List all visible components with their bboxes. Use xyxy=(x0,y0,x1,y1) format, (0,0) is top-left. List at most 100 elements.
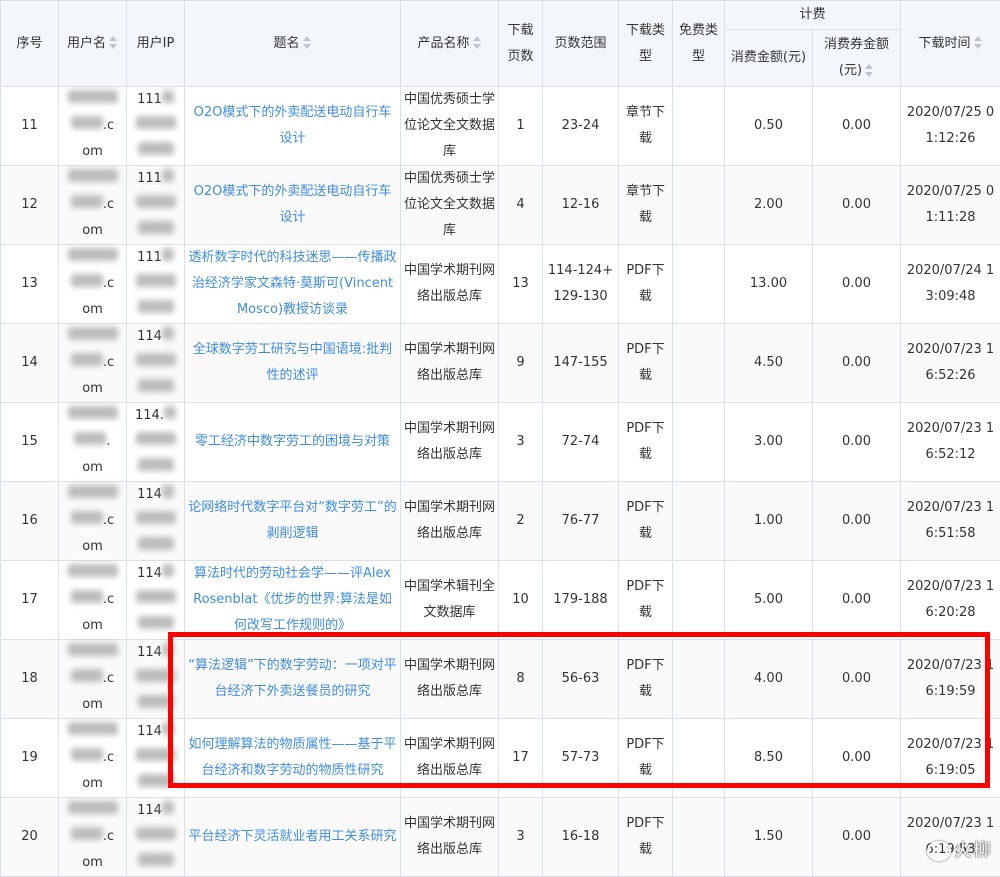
coupon-cell: 0.00 xyxy=(813,640,901,719)
username-cell: .com xyxy=(59,324,127,403)
page-range-cell: 12-16 xyxy=(543,166,619,245)
download-type-cell: PDF下载 xyxy=(619,719,673,798)
time-cell: 2020/07/23 16:52:26 xyxy=(901,324,1000,403)
pages-cell: 9 xyxy=(499,324,543,403)
product-cell: 中国优秀硕士学位论文全文数据库 xyxy=(401,87,499,166)
product-cell: 中国学术期刊网络出版总库 xyxy=(401,324,499,403)
ip-cell: 114 xyxy=(127,561,185,640)
product-cell: 中国学术期刊网络出版总库 xyxy=(401,798,499,877)
time-cell: 2020/07/24 13:09:48 xyxy=(901,245,1000,324)
pages-cell: 13 xyxy=(499,245,543,324)
col-header-coupon[interactable]: 消费券金额(元) xyxy=(813,30,901,87)
ip-cell: 114 xyxy=(127,798,185,877)
col-header-index: 序号 xyxy=(1,1,59,87)
title-link[interactable]: 如何理解算法的物质属性——基于平台经济和数字劳动的物质性研究 xyxy=(185,719,401,798)
free-type-cell xyxy=(673,561,725,640)
amount-cell: 0.50 xyxy=(725,87,813,166)
pages-cell: 3 xyxy=(499,403,543,482)
ip-cell: 114 xyxy=(127,482,185,561)
coupon-cell: 0.00 xyxy=(813,561,901,640)
coupon-cell: 0.00 xyxy=(813,166,901,245)
product-cell: 中国学术辑刊全文数据库 xyxy=(401,561,499,640)
download-type-cell: PDF下载 xyxy=(619,640,673,719)
table-row: 16.com114论网络时代数字平台对“数字劳工”的剥削逻辑中国学术期刊网络出版… xyxy=(1,482,1000,561)
table-row: 15.om114.零工经济中数字劳工的困境与对策中国学术期刊网络出版总库372-… xyxy=(1,403,1000,482)
title-link[interactable]: 全球数字劳工研究与中国语境:批判性的述评 xyxy=(185,324,401,403)
time-cell: 2020/07/23 16:52:12 xyxy=(901,403,1000,482)
download-type-cell: 章节下载 xyxy=(619,87,673,166)
page-range-cell: 114-124+129-130 xyxy=(543,245,619,324)
sort-icon[interactable] xyxy=(303,36,312,50)
row-index: 14 xyxy=(1,324,59,403)
col-header-username[interactable]: 用户名 xyxy=(59,1,127,87)
table-row: 20.com114平台经济下灵活就业者用工关系研究中国学术期刊网络出版总库316… xyxy=(1,798,1000,877)
title-link[interactable]: O2O模式下的外卖配送电动自行车设计 xyxy=(185,87,401,166)
time-cell: 2020/07/23 16:51:58 xyxy=(901,482,1000,561)
table-row: 12.com111O2O模式下的外卖配送电动自行车设计中国优秀硕士学位论文全文数… xyxy=(1,166,1000,245)
amount-cell: 5.00 xyxy=(725,561,813,640)
free-type-cell xyxy=(673,482,725,561)
sort-icon[interactable] xyxy=(473,36,482,50)
time-cell: 2020/07/25 01:12:26 xyxy=(901,87,1000,166)
ip-cell: 111 xyxy=(127,166,185,245)
username-cell: .com xyxy=(59,87,127,166)
username-cell: .com xyxy=(59,166,127,245)
row-index: 11 xyxy=(1,87,59,166)
download-type-cell: PDF下载 xyxy=(619,561,673,640)
row-index: 12 xyxy=(1,166,59,245)
col-header-time[interactable]: 下载时间 xyxy=(901,1,1000,87)
product-cell: 中国学术期刊网络出版总库 xyxy=(401,245,499,324)
title-link[interactable]: 算法时代的劳动社会学——评Alex Rosenblat《优步的世界:算法是如何改… xyxy=(185,561,401,640)
title-link[interactable]: “算法逻辑”下的数字劳动：一项对平台经济下外卖送餐员的研究 xyxy=(185,640,401,719)
col-header-product[interactable]: 产品名称 xyxy=(401,1,499,87)
watermark: 火柳 xyxy=(927,836,992,862)
coupon-cell: 0.00 xyxy=(813,324,901,403)
row-index: 18 xyxy=(1,640,59,719)
pages-cell: 4 xyxy=(499,166,543,245)
free-type-cell xyxy=(673,403,725,482)
username-cell: .om xyxy=(59,403,127,482)
title-link[interactable]: 透析数字时代的科技迷思——传播政治经济学家文森特·莫斯可(Vincent Mos… xyxy=(185,245,401,324)
pages-cell: 3 xyxy=(499,798,543,877)
product-cell: 中国学术期刊网络出版总库 xyxy=(401,403,499,482)
sort-icon[interactable] xyxy=(865,64,874,78)
time-cell: 2020/07/23 16:19:59 xyxy=(901,640,1000,719)
time-cell: 2020/07/23 16:19:05 xyxy=(901,719,1000,798)
page-range-cell: 179-188 xyxy=(543,561,619,640)
download-type-cell: PDF下载 xyxy=(619,482,673,561)
ip-cell: 114 xyxy=(127,324,185,403)
username-cell: .com xyxy=(59,640,127,719)
amount-cell: 1.00 xyxy=(725,482,813,561)
ip-cell: 111 xyxy=(127,87,185,166)
table-row: 17.com114算法时代的劳动社会学——评Alex Rosenblat《优步的… xyxy=(1,561,1000,640)
page-range-cell: 23-24 xyxy=(543,87,619,166)
page-range-cell: 76-77 xyxy=(543,482,619,561)
ip-cell: 114. xyxy=(127,403,185,482)
ip-cell: 114 xyxy=(127,640,185,719)
download-type-cell: PDF下载 xyxy=(619,403,673,482)
sort-icon[interactable] xyxy=(974,36,983,50)
amount-cell: 1.50 xyxy=(725,798,813,877)
username-cell: .com xyxy=(59,561,127,640)
row-index: 20 xyxy=(1,798,59,877)
col-header-title[interactable]: 题名 xyxy=(185,1,401,87)
amount-cell: 3.00 xyxy=(725,403,813,482)
free-type-cell xyxy=(673,719,725,798)
title-link[interactable]: 平台经济下灵活就业者用工关系研究 xyxy=(185,798,401,877)
free-type-cell xyxy=(673,245,725,324)
product-cell: 中国学术期刊网络出版总库 xyxy=(401,640,499,719)
title-link[interactable]: O2O模式下的外卖配送电动自行车设计 xyxy=(185,166,401,245)
col-header-download-type: 下载类型 xyxy=(619,1,673,87)
title-link[interactable]: 零工经济中数字劳工的困境与对策 xyxy=(185,403,401,482)
row-index: 13 xyxy=(1,245,59,324)
title-link[interactable]: 论网络时代数字平台对“数字劳工”的剥削逻辑 xyxy=(185,482,401,561)
table-row: 11.com111O2O模式下的外卖配送电动自行车设计中国优秀硕士学位论文全文数… xyxy=(1,87,1000,166)
download-type-cell: PDF下载 xyxy=(619,245,673,324)
free-type-cell xyxy=(673,640,725,719)
col-header-ip: 用户IP xyxy=(127,1,185,87)
coupon-cell: 0.00 xyxy=(813,245,901,324)
sort-icon[interactable] xyxy=(109,36,118,50)
page-range-cell: 72-74 xyxy=(543,403,619,482)
row-index: 19 xyxy=(1,719,59,798)
pages-cell: 2 xyxy=(499,482,543,561)
